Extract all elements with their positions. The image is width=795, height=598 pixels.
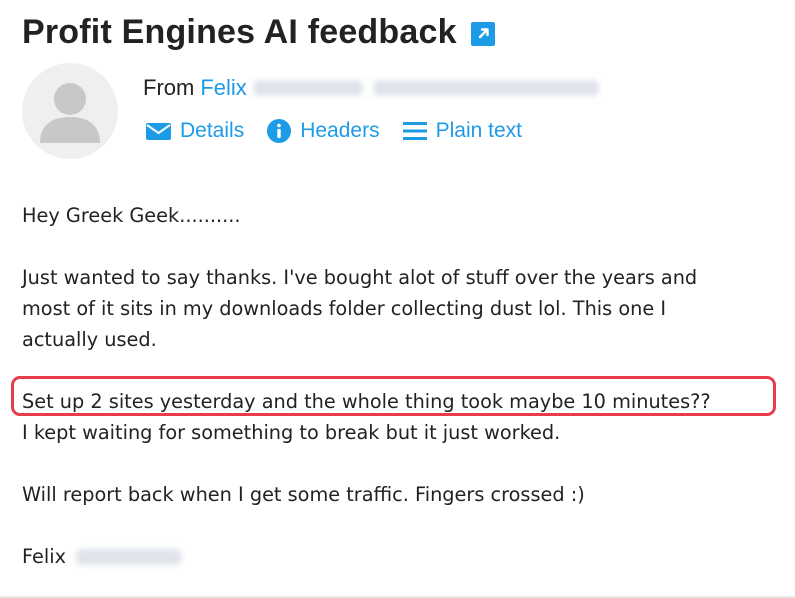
paragraph-thanks-line-1: Just wanted to say thanks. I've bought a… [22,266,698,289]
info-icon [267,119,292,143]
sender-avatar [22,63,118,159]
from-line: From Felix [143,74,599,102]
message-actions: Details Headers Plain text [145,118,544,144]
email-subject: Profit Engines AI feedback [22,13,457,51]
subject-row: Profit Engines AI feedback [22,10,495,54]
signature: Felix [22,541,782,572]
greeting: Hey Greek Geek.......... [22,204,241,227]
paragraph-thanks-line-2: most of it sits in my downloads folder c… [22,297,667,320]
paragraph-setup-line-2: I kept waiting for something to break bu… [22,421,561,444]
email-view: Profit Engines AI feedback From Felix De… [0,0,795,598]
envelope-icon [146,123,171,140]
redacted-sender-address [372,80,599,96]
user-avatar-icon [40,83,100,143]
plain-text-label: Plain text [435,119,522,142]
headers-label: Headers [300,119,380,142]
email-body: Hey Greek Geek.......... Just wanted to … [22,200,782,572]
plain-text-link[interactable]: Plain text [402,119,522,143]
from-label: From [143,75,195,100]
redacted-signature-surname [76,548,183,565]
paragraph-setup: Set up 2 sites yesterday and the whole t… [22,386,782,448]
headers-link[interactable]: Headers [266,118,380,144]
highlighted-sentence: Set up 2 sites yesterday and the whole t… [22,390,711,413]
signature-name: Felix [22,545,67,568]
sender-name-link[interactable]: Felix [200,74,246,102]
details-label: Details [180,119,245,142]
redacted-sender-surname [252,80,363,96]
paragraph-closing: Will report back when I get some traffic… [22,483,585,506]
external-link-icon[interactable] [470,22,495,46]
details-link[interactable]: Details [145,119,244,143]
paragraph-thanks-line-3: actually used. [22,328,157,351]
lines-icon [402,122,427,140]
paragraph-thanks: Just wanted to say thanks. I've bought a… [22,262,782,355]
